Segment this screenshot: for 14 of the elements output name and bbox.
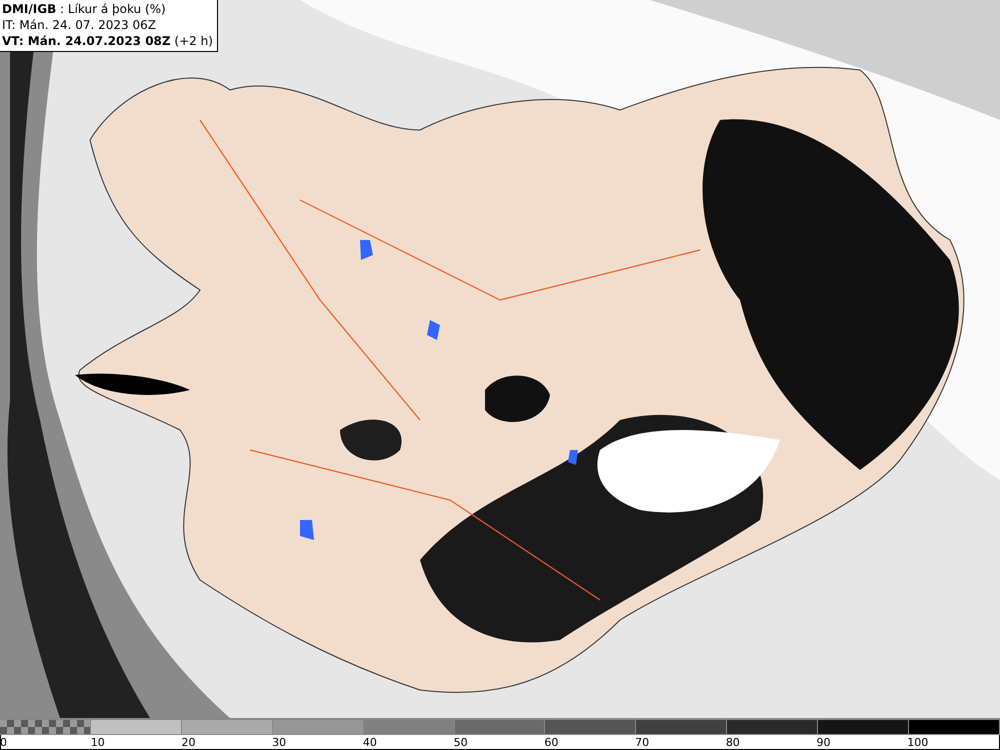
legend-label: 60 — [544, 735, 558, 750]
legend-label: 80 — [726, 735, 740, 750]
map-title: DMI/IGB : Líkur á þoku (%) — [2, 1, 167, 17]
legend-label: 70 — [635, 735, 650, 750]
issue-time: IT: Mán. 24. 07. 2023 06Z — [2, 17, 157, 33]
legend-label: 100 — [907, 735, 928, 750]
legend-label: 0 — [0, 735, 7, 750]
legend-label: 30 — [272, 735, 286, 750]
legend-label: 90 — [816, 735, 831, 750]
legend-label: 40 — [362, 735, 377, 750]
valid-time: VT: Mán. 24.07.2023 08Z (+2 h) — [2, 33, 213, 49]
legend-label: 10 — [90, 735, 105, 750]
legend-label: 20 — [181, 735, 196, 750]
legend-label: 50 — [454, 735, 468, 750]
